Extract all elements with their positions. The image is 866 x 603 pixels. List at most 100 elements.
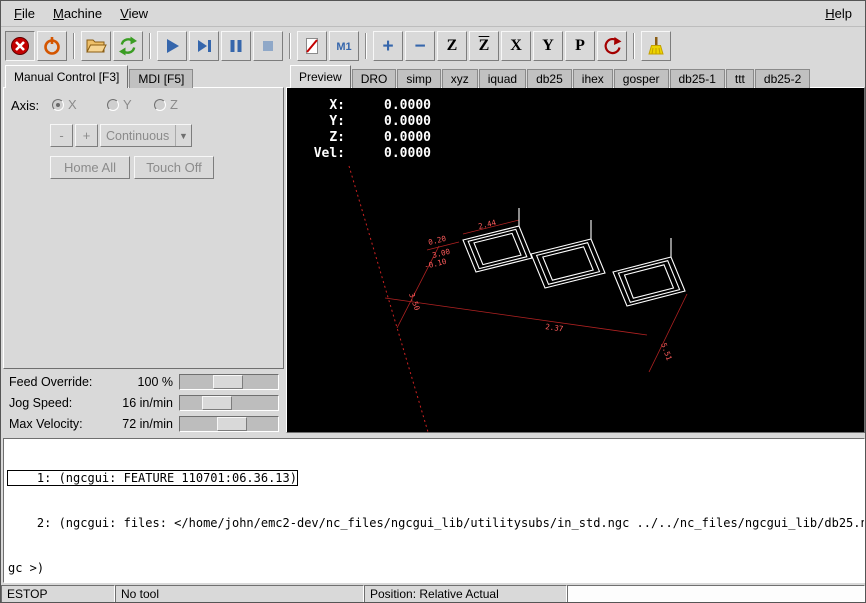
max-velocity-label: Max Velocity:	[9, 417, 83, 431]
slider-handle[interactable]	[217, 417, 247, 431]
zoom-out-button[interactable]: −	[405, 31, 435, 61]
jog-mode-value: Continuous	[101, 129, 175, 143]
max-velocity-slider[interactable]	[179, 416, 279, 432]
touch-off-button[interactable]: Touch Off	[134, 156, 214, 179]
zoom-in-button[interactable]: +	[373, 31, 403, 61]
jog-speed-slider[interactable]	[179, 395, 279, 411]
left-notebook-tabs: Manual Control [F3] MDI [F5]	[5, 65, 194, 88]
menu-help[interactable]: Help	[816, 2, 861, 25]
jog-minus-button[interactable]: -	[50, 124, 73, 147]
toolpath-connector-2	[531, 220, 605, 288]
run-button[interactable]	[157, 31, 187, 61]
gcode-line: 1: (ngcgui: FEATURE 110701:06.36.13)	[8, 471, 860, 486]
reload-icon	[117, 35, 139, 57]
tab-db25-2[interactable]: db25-2	[755, 69, 810, 88]
axis-x-radio[interactable]: X	[52, 97, 77, 112]
zoom-in-icon: +	[382, 37, 393, 56]
preview-canvas[interactable]: 2.44 0.20 3.00 -0.10 3.50 2.37 5.51 X:0.…	[286, 87, 865, 433]
home-all-button[interactable]: Home All	[50, 156, 130, 179]
dro-y-value: 0.0000	[345, 114, 431, 130]
dro-vel-label: Vel:	[299, 146, 345, 162]
rotate-view-button[interactable]	[597, 31, 627, 61]
clear-plot-icon	[645, 35, 667, 57]
slider-handle[interactable]	[213, 375, 243, 389]
tab-iquad[interactable]: iquad	[479, 69, 526, 88]
tab-ttt[interactable]: ttt	[726, 69, 754, 88]
dro-readout: X:0.0000 Y:0.0000 Z:0.0000 Vel:0.0000	[299, 98, 431, 162]
view-perspective-button[interactable]: P	[565, 31, 595, 61]
axis-y-label: Y	[123, 97, 132, 112]
manual-control-panel: Axis: X Y Z - + Continuous ▼ Home All To…	[3, 87, 284, 369]
svg-text:5.51: 5.51	[659, 342, 674, 362]
view-front-button[interactable]: Y	[533, 31, 563, 61]
gcode-listing[interactable]: 1: (ngcgui: FEATURE 110701:06.36.13) 2: …	[3, 438, 865, 583]
tab-db25[interactable]: db25	[527, 69, 572, 88]
gcode-line: 2: (ngcgui: files: </home/john/emc2-dev/…	[8, 516, 860, 531]
axis-x-label: X	[68, 97, 77, 112]
feed-override-value: 100 %	[87, 375, 173, 389]
axis-label: Axis:	[11, 98, 39, 113]
step-icon	[194, 36, 214, 56]
zoom-out-icon: −	[414, 37, 425, 56]
jog-speed-row: Jog Speed: 16 in/min	[1, 393, 284, 413]
jog-mode-select[interactable]: Continuous ▼	[100, 124, 192, 147]
statusbar: ESTOP No tool Position: Relative Actual	[1, 585, 865, 603]
svg-text:2.37: 2.37	[545, 322, 564, 333]
menu-machine[interactable]: Machine	[44, 2, 111, 25]
pause-icon	[226, 36, 246, 56]
jog-speed-value: 16 in/min	[87, 396, 173, 410]
tab-preview[interactable]: Preview	[290, 65, 351, 88]
max-velocity-row: Max Velocity: 72 in/min	[1, 414, 284, 434]
tab-db25-1[interactable]: db25-1	[670, 69, 725, 88]
jog-plus-button[interactable]: +	[75, 124, 98, 147]
max-velocity-value: 72 in/min	[87, 417, 173, 431]
feed-override-slider[interactable]	[179, 374, 279, 390]
status-tool: No tool	[115, 585, 364, 603]
status-position-mode: Position: Relative Actual	[364, 585, 567, 603]
estop-button[interactable]	[5, 31, 35, 61]
menu-file[interactable]: File	[5, 2, 44, 25]
machine-power-button[interactable]	[37, 31, 67, 61]
tab-dro[interactable]: DRO	[352, 69, 397, 88]
view-side-button[interactable]: X	[501, 31, 531, 61]
optional-stop-icon: M1	[334, 36, 354, 56]
open-file-button[interactable]	[81, 31, 111, 61]
view-front-icon: Y	[542, 38, 554, 54]
dro-x-label: X:	[299, 98, 345, 114]
tab-mdi[interactable]: MDI [F5]	[129, 69, 193, 88]
tab-ihex[interactable]: ihex	[573, 69, 613, 88]
pause-button[interactable]	[221, 31, 251, 61]
status-machine-state: ESTOP	[1, 585, 115, 603]
slider-handle[interactable]	[202, 396, 232, 410]
view-back-icon: Z	[479, 38, 490, 54]
chevron-down-icon: ▼	[175, 125, 191, 146]
dro-z-value: 0.0000	[345, 130, 431, 146]
dro-vel-value: 0.0000	[345, 146, 431, 162]
axis-y-radio[interactable]: Y	[107, 97, 132, 112]
feed-override-label: Feed Override:	[9, 375, 92, 389]
run-icon	[162, 36, 182, 56]
view-perspective-icon: P	[575, 38, 585, 54]
clear-plot-button[interactable]	[641, 31, 671, 61]
open-folder-icon	[85, 35, 107, 57]
power-icon	[41, 35, 63, 57]
axis-z-radio[interactable]: Z	[154, 97, 178, 112]
tab-xyz[interactable]: xyz	[442, 69, 478, 88]
toolbar-separator	[149, 33, 151, 59]
tab-manual-control[interactable]: Manual Control [F3]	[5, 65, 128, 88]
skip-lines-button[interactable]	[297, 31, 327, 61]
stop-button[interactable]	[253, 31, 283, 61]
svg-text:-0.10: -0.10	[423, 257, 448, 271]
dro-y-label: Y:	[299, 114, 345, 130]
estop-icon	[9, 35, 31, 57]
reload-file-button[interactable]	[113, 31, 143, 61]
menubar: File Machine View Help	[1, 1, 865, 27]
feed-override-row: Feed Override: 100 %	[1, 372, 284, 392]
tab-gosper[interactable]: gosper	[614, 69, 669, 88]
view-top-button[interactable]: Z	[437, 31, 467, 61]
step-button[interactable]	[189, 31, 219, 61]
view-back-button[interactable]: Z	[469, 31, 499, 61]
menu-view[interactable]: View	[111, 2, 157, 25]
tab-simp[interactable]: simp	[397, 69, 440, 88]
optional-stop-button[interactable]: M1	[329, 31, 359, 61]
